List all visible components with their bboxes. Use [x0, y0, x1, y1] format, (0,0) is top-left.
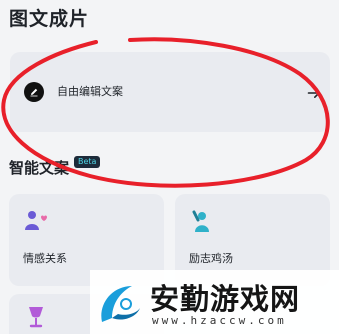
pencil-icon: [24, 82, 44, 102]
watermark-site-name: 安勤游戏网: [150, 282, 301, 316]
tile-label: 情感关系: [23, 252, 67, 265]
smart-copy-title: 智能文案: [9, 159, 70, 177]
tile-label: 励志鸡汤: [189, 252, 233, 265]
watermark-site-url: www.hzaccw.com: [152, 314, 287, 327]
cheering-person-icon: [189, 208, 215, 234]
people-heart-icon: [23, 208, 49, 234]
page-title: 图文成片: [9, 8, 90, 30]
site-logo-icon: [96, 278, 144, 328]
wine-glass-icon: [23, 304, 49, 330]
free-edit-copy-card[interactable]: 自由编辑文案: [10, 52, 330, 132]
beta-badge: Beta: [74, 156, 101, 168]
free-edit-label: 自由编辑文案: [57, 85, 123, 98]
arrow-right-icon[interactable]: [307, 85, 321, 99]
site-watermark: 安勤游戏网 www.hzaccw.com: [90, 270, 339, 334]
